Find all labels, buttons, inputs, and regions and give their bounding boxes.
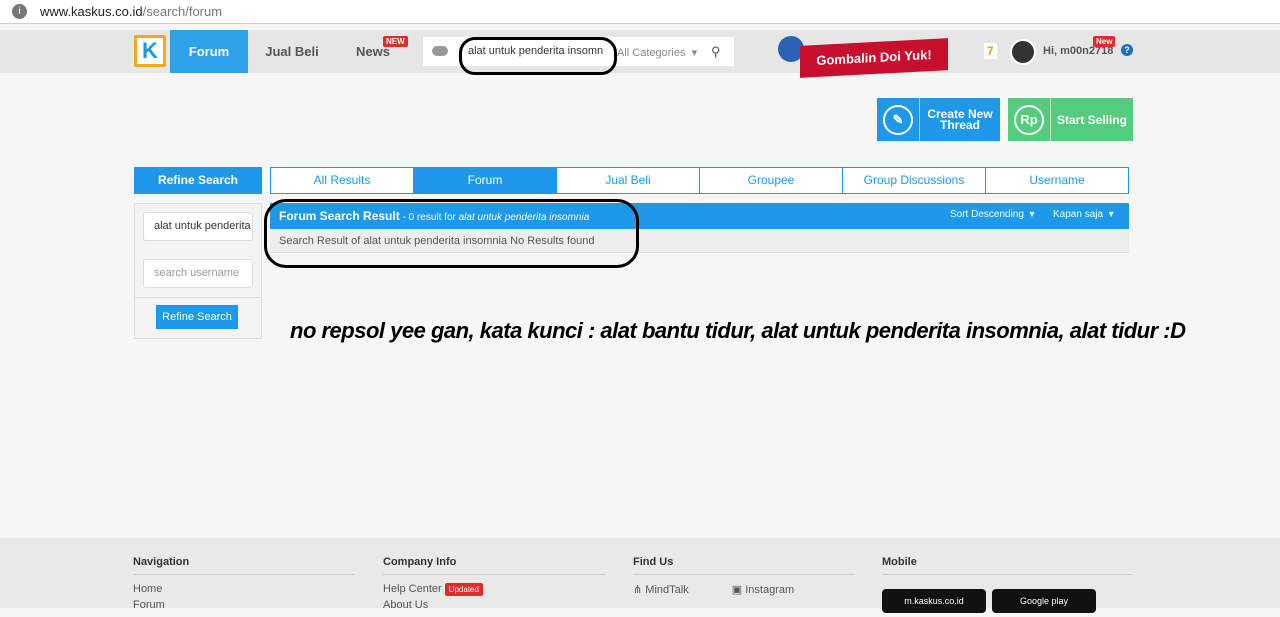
tab-all-results[interactable]: All Results [271, 168, 414, 193]
mindtalk-icon: ⋔ [633, 584, 643, 596]
avatar[interactable] [1010, 39, 1036, 65]
nav-tab-forum[interactable]: Forum [170, 30, 248, 73]
tab-username[interactable]: Username [986, 168, 1128, 193]
footer-link-instagram[interactable]: Instagram [745, 584, 794, 596]
keyword-input[interactable]: alat untuk penderita insomnia [143, 212, 253, 241]
tab-forum[interactable]: Forum [414, 168, 557, 193]
tab-group-discussions[interactable]: Group Discussions [843, 168, 986, 193]
updated-badge: Updated [444, 583, 483, 596]
footer-navigation: Navigation Home Forum [133, 556, 355, 615]
start-selling-button[interactable]: Rp Start Selling [1008, 98, 1133, 141]
footer-company: Company Info Help Center Updated About Us [383, 556, 605, 615]
footer-link-home[interactable]: Home [133, 583, 355, 595]
site-info-icon[interactable]: i [12, 4, 27, 19]
create-thread-button[interactable]: ✎ Create New Thread [877, 98, 1000, 141]
news-new-badge: NEW [383, 36, 408, 47]
pencil-icon: ✎ [883, 104, 913, 135]
url-text[interactable]: www.kaskus.co.id/search/forum [40, 4, 222, 19]
kaskus-logo[interactable]: K [134, 35, 166, 67]
refine-search-heading: Refine Search [134, 167, 262, 194]
nav-tab-jual-beli[interactable]: Jual Beli [252, 30, 332, 73]
annotation-oval [264, 199, 639, 268]
result-tabs: All Results Forum Jual Beli Groupee Grou… [270, 167, 1129, 194]
refine-search-button[interactable]: Refine Search [156, 305, 238, 329]
footer-link-help[interactable]: Help Center [383, 583, 442, 595]
divider [134, 297, 262, 298]
google-play-button[interactable]: Google play [992, 589, 1096, 613]
tab-groupee[interactable]: Groupee [700, 168, 843, 193]
browser-address-bar[interactable]: i www.kaskus.co.id/search/forum [0, 0, 1280, 24]
search-icon[interactable]: ⚲ [711, 44, 721, 60]
notification-count[interactable]: 7 [984, 43, 997, 59]
footer-link-forum[interactable]: Forum [133, 599, 355, 611]
rupiah-icon: Rp [1014, 104, 1044, 135]
footer-link-mindtalk[interactable]: MindTalk [645, 584, 688, 596]
footer-link-about[interactable]: About Us [383, 599, 605, 611]
category-select[interactable]: All Categories ▾ [617, 46, 697, 59]
username-input[interactable]: search username [143, 259, 253, 288]
annotation-oval [459, 37, 617, 75]
user-new-badge: New [1093, 36, 1116, 47]
instagram-icon: ▣ [731, 584, 743, 596]
time-dropdown[interactable]: Kapan saja ▾ [1053, 209, 1114, 220]
help-icon[interactable]: ? [1121, 44, 1133, 56]
chat-icon [432, 46, 448, 56]
footer-findus: Find Us ⋔ MindTalk ▣ Instagram [633, 556, 855, 600]
sort-dropdown[interactable]: Sort Descending ▾ [950, 209, 1035, 220]
tab-jual-beli[interactable]: Jual Beli [557, 168, 700, 193]
mobile-site-button[interactable]: m.kaskus.co.id [882, 589, 986, 613]
annotation-text: no repsol yee gan, kata kunci : alat ban… [290, 318, 1186, 343]
